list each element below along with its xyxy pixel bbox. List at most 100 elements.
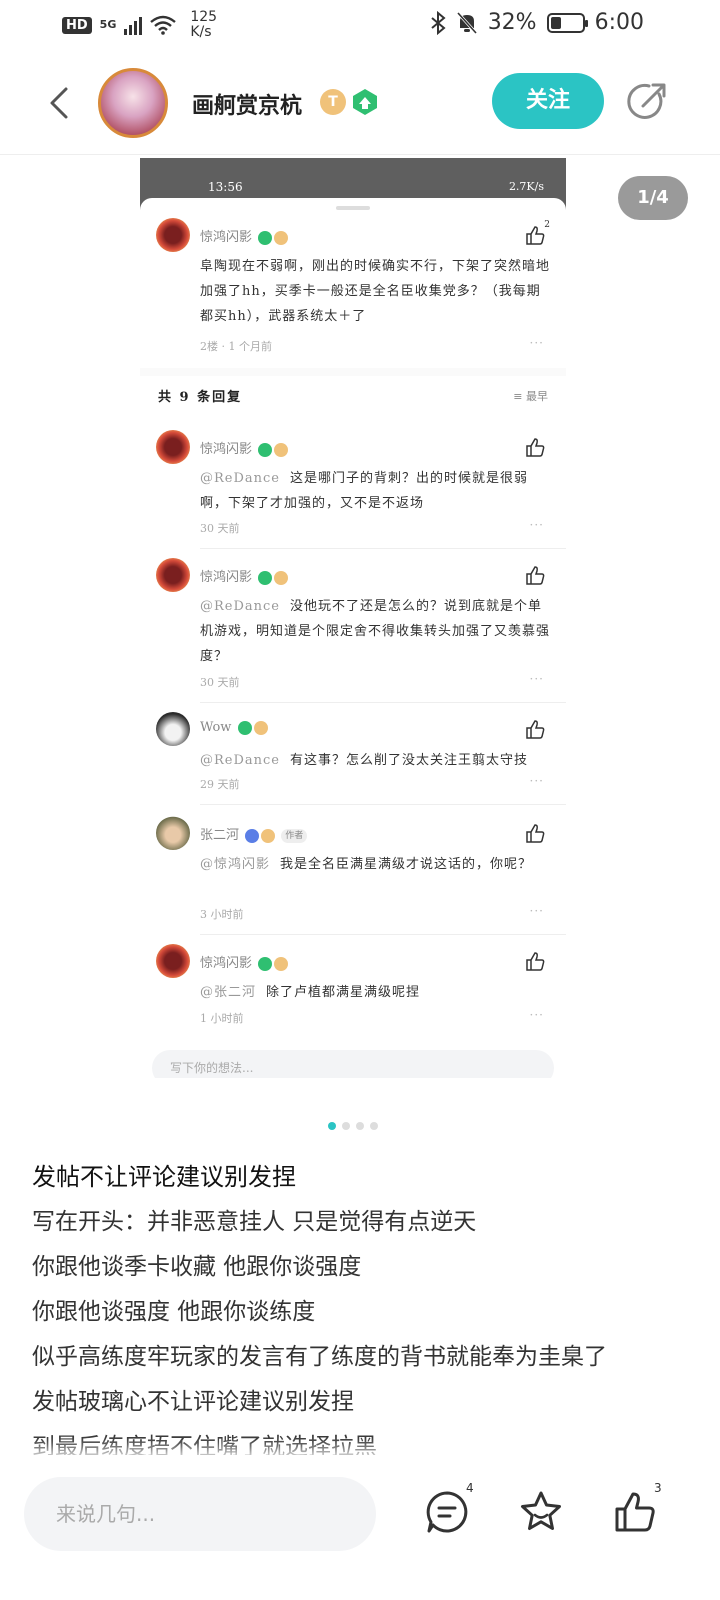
reply-item: 张二河 作者 @惊鸿闪影 我是全名臣满星满级才说这话的，你呢？ 3 小时前 ··· bbox=[140, 816, 566, 944]
battery-fill bbox=[550, 16, 561, 29]
gold-badge-icon bbox=[274, 442, 289, 457]
like-count: 2 bbox=[544, 220, 550, 230]
image-comment-sheet: 惊鸿闪影 2 阜陶现在不弱啊，刚出的时候确实不行，下架了突然暗地加强了hh，买季… bbox=[140, 198, 566, 1078]
battery-icon bbox=[546, 12, 588, 33]
comment-icon[interactable] bbox=[424, 1489, 470, 1535]
thumbs-up-icon bbox=[526, 824, 545, 843]
divider bbox=[200, 934, 566, 935]
comment-count: 4 bbox=[466, 1481, 474, 1495]
comment-body: 我是全名臣满星满级才说这话的，你呢？ bbox=[280, 857, 533, 872]
thumbs-up-icon bbox=[526, 720, 545, 739]
back-icon[interactable] bbox=[40, 83, 80, 123]
comment-input[interactable]: 来说几句... bbox=[24, 1477, 376, 1551]
commenter-avatar bbox=[156, 712, 190, 746]
author-tag: 作者 bbox=[281, 828, 308, 843]
game-badge-icon bbox=[245, 828, 260, 843]
more-icon: ··· bbox=[529, 1008, 544, 1022]
status-right: 32% 6:00 bbox=[430, 10, 644, 35]
comment-text: 阜陶现在不弱啊，刚出的时候确实不行，下架了突然暗地加强了hh，买季卡一般还是全名… bbox=[200, 259, 551, 324]
commenter-name-text: 惊鸿闪影 bbox=[200, 442, 253, 457]
page-dot[interactable] bbox=[328, 1122, 336, 1130]
post-header: 画舸赏京杭 T 关注 bbox=[0, 55, 720, 155]
carousel-indicator[interactable] bbox=[328, 1122, 378, 1130]
post-line: 你跟他谈季卡收藏 他跟你谈强度 bbox=[32, 1254, 362, 1280]
bottom-action-bar: 来说几句... 4 3 bbox=[0, 1455, 720, 1600]
comment-meta: 29 天前 bbox=[200, 778, 240, 791]
main-comment: 惊鸿闪影 2 阜陶现在不弱啊，刚出的时候确实不行，下架了突然暗地加强了hh，买季… bbox=[140, 218, 566, 368]
commenter-name-text: 惊鸿闪影 bbox=[200, 570, 253, 585]
more-icon: ··· bbox=[529, 336, 544, 350]
page-dot[interactable] bbox=[370, 1122, 378, 1130]
green-badge-icon bbox=[258, 956, 273, 971]
author-name[interactable]: 画舸赏京杭 bbox=[192, 88, 302, 120]
commenter-name: 惊鸿闪影 bbox=[200, 952, 289, 971]
page-dot[interactable] bbox=[356, 1122, 364, 1130]
thumbs-up-icon bbox=[526, 952, 545, 971]
sort-label: 最早 bbox=[526, 390, 548, 403]
more-icon: ··· bbox=[529, 774, 544, 788]
mention: @ReDance bbox=[200, 599, 281, 614]
status-bar: HD 5G 125 K/s 32% 6:00 bbox=[0, 0, 720, 50]
commenter-name: 张二河 作者 bbox=[200, 824, 308, 843]
level-badge: T bbox=[320, 89, 346, 115]
page-dot[interactable] bbox=[342, 1122, 350, 1130]
hd-indicator: HD bbox=[62, 16, 92, 34]
comment-meta: 1 小时前 bbox=[200, 1012, 244, 1025]
network-type: 5G bbox=[99, 18, 117, 31]
battery-percent: 32% bbox=[487, 10, 537, 35]
gold-badge-icon bbox=[274, 230, 289, 245]
comment-meta: 30 天前 bbox=[200, 522, 240, 535]
gold-badge-icon bbox=[274, 570, 289, 585]
author-avatar[interactable] bbox=[98, 68, 168, 138]
mention: @惊鸿闪影 bbox=[200, 857, 271, 872]
commenter-name: 惊鸿闪影 bbox=[200, 438, 289, 457]
commenter-name-text: 惊鸿闪影 bbox=[200, 956, 253, 971]
post-image[interactable]: 13:56 2.7K/s 惊鸿闪影 2 阜陶现在不弱啊，刚出的时候确实不行，下架… bbox=[140, 158, 566, 1078]
share-icon[interactable] bbox=[625, 80, 669, 124]
green-badge-icon bbox=[258, 442, 273, 457]
comment-text: @惊鸿闪影 我是全名臣满星满级才说这话的，你呢？ bbox=[200, 852, 550, 877]
follow-button[interactable]: 关注 bbox=[492, 73, 604, 129]
signal-icon bbox=[124, 15, 143, 35]
section-divider bbox=[140, 368, 566, 376]
gold-badge-icon bbox=[261, 828, 276, 843]
commenter-name: 惊鸿闪影 bbox=[200, 226, 289, 245]
favorite-star-icon[interactable] bbox=[518, 1489, 564, 1535]
commenter-avatar bbox=[156, 944, 190, 978]
post-line: 发帖玻璃心不让评论建议别发捏 bbox=[32, 1389, 354, 1415]
like-count: 3 bbox=[654, 1481, 662, 1495]
commenter-name-text: 张二河 bbox=[200, 828, 240, 843]
more-icon: ··· bbox=[529, 904, 544, 918]
comment-meta: 30 天前 bbox=[200, 676, 240, 689]
mute-bell-icon bbox=[456, 11, 477, 34]
image-comment-input: 写下你的想法... bbox=[152, 1050, 554, 1078]
more-icon: ··· bbox=[529, 672, 544, 686]
commenter-avatar bbox=[156, 816, 190, 850]
reply-item: 惊鸿闪影 @张二河 除了卢植都满星满级呢捏 1 小时前 ··· bbox=[140, 944, 566, 1040]
green-badge-icon bbox=[237, 720, 252, 735]
status-left: HD 5G 125 K/s bbox=[62, 10, 217, 40]
comment-meta: 3 小时前 bbox=[200, 908, 244, 921]
gold-badge-icon bbox=[274, 956, 289, 971]
reply-item: 惊鸿闪影 @ReDance 没他玩不了还是怎么的？说到底就是个单机游戏，明知道是个… bbox=[140, 558, 566, 710]
image-clock: 13:56 bbox=[208, 180, 243, 194]
comment-text: @张二河 除了卢植都满星满级呢捏 bbox=[200, 980, 550, 1005]
thumbs-up-icon[interactable] bbox=[612, 1489, 658, 1535]
sort-toggle: ≡ 最早 bbox=[513, 390, 548, 403]
divider bbox=[200, 702, 566, 703]
green-badge-icon bbox=[258, 230, 273, 245]
comment-body: 除了卢植都满星满级呢捏 bbox=[266, 985, 421, 1000]
more-icon: ··· bbox=[529, 518, 544, 532]
mention: @ReDance bbox=[200, 471, 281, 486]
comment-body: 有这事？怎么削了没太关注王翦太守技 bbox=[290, 753, 529, 768]
comment-meta: 2楼 · 1 个月前 bbox=[200, 340, 272, 353]
thumbs-up-icon bbox=[526, 226, 545, 245]
net-speed-unit: K/s bbox=[190, 24, 212, 40]
clock: 6:00 bbox=[594, 10, 644, 35]
commenter-avatar bbox=[156, 558, 190, 592]
divider bbox=[200, 548, 566, 549]
image-net-speed: 2.7K/s bbox=[508, 180, 544, 193]
comment-text: @ReDance 这是哪门子的背刺？出的时候就是很弱啊，下架了才加强的，又不是不返… bbox=[200, 466, 550, 516]
net-speed-value: 125 bbox=[190, 9, 218, 25]
comment-text: @ReDance 有这事？怎么削了没太关注王翦太守技 bbox=[200, 748, 550, 773]
